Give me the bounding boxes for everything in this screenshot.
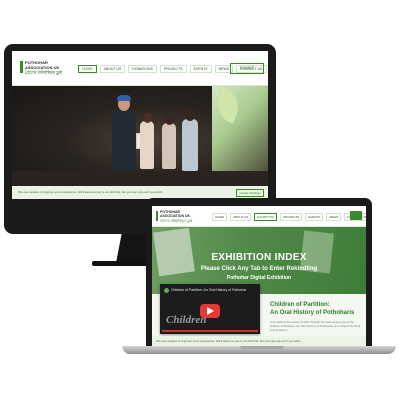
logo-mark-icon [20, 61, 23, 73]
laptop-notch [240, 346, 284, 349]
menu-item-events[interactable]: EVENTS [305, 213, 324, 221]
person-girl-3 [182, 119, 198, 171]
person-girl-2 [162, 123, 176, 169]
cookie-settings-button[interactable]: Cookie Settings [236, 189, 264, 197]
person-girl-1 [140, 121, 154, 169]
person-girl-1-head [143, 113, 152, 123]
menu-item-about[interactable]: ABOUT US [230, 213, 252, 221]
channel-icon [164, 288, 169, 293]
article-paragraph: Look back at the events of 1947 through … [270, 320, 361, 332]
turban [117, 95, 131, 101]
donate-button[interactable]: DONATE [230, 63, 264, 74]
menu-item-events[interactable]: EVENTS [189, 65, 212, 73]
site-logo[interactable]: POTHOHAR ASSOCIATION UK [25, 60, 59, 70]
menu-item-about[interactable]: ABOUT US [99, 65, 126, 73]
stage-floor [12, 171, 268, 186]
laptop-screen: POTHOHAR ASSOCIATION UK ਪੋਠੋਹਾਰ ਐਸੋਸੀਏਸ਼… [152, 206, 366, 346]
hero-subtitle: Pothohar Digital Exhibition [226, 275, 292, 281]
menu-item-projects[interactable]: PROJECTS [159, 65, 187, 73]
person-man [112, 109, 136, 171]
menu-item-exhibition[interactable]: EXHIBITION [254, 213, 278, 221]
menu-item-news[interactable]: NEWS [326, 213, 342, 221]
monitor-navbar: POTHOHAR ASSOCIATION UK ਪੋਠੋਹਾਰ ਐਸੋਸੀਏਸ਼… [12, 51, 268, 86]
page-title: EXHIBITION INDEX [211, 252, 307, 263]
logo-line2: ASSOCIATION UK [160, 214, 191, 218]
play-icon [207, 307, 214, 315]
logo-line3: ਪੋਠੋਹਾਰ ਐਸੋਸੀਏਸ਼ਨ ਯੂਕੇ [160, 219, 193, 223]
menu-item-home[interactable]: HOME [78, 65, 97, 73]
cookie-text: We use cookies to improve your experienc… [18, 190, 164, 194]
donate-button[interactable] [350, 211, 362, 220]
hero-subtitle: Please Click Any Tab to Enter Rekindling [200, 266, 318, 272]
video-progress-bar[interactable] [162, 330, 258, 332]
site-logo[interactable]: POTHOHAR ASSOCIATION UK [160, 210, 190, 218]
monitor-screen: POTHOHAR ASSOCIATION UK ਪੋਠੋਹਾਰ ਐਸੋਸੀਏਸ਼… [12, 51, 268, 199]
menu-item-donations[interactable]: DONATIONS [128, 65, 157, 73]
article-heading: An Oral History of Pothoharis [270, 310, 355, 316]
menu-item-home[interactable]: HOME [212, 213, 227, 221]
cookie-text: We use cookies to improve your experienc… [156, 339, 302, 343]
main-menu: HOME ABOUT US EXHIBITION PROJECTS EVENTS… [212, 213, 366, 221]
person-girl-3-head [185, 109, 195, 121]
logo-mark-icon [156, 211, 158, 221]
menu-item-projects[interactable]: PROJECTS [280, 213, 303, 221]
video-title: Children of Partition: An Oral History o… [171, 288, 247, 292]
article-heading: Children of Partition: [270, 302, 330, 308]
logo-line3: ਪੋਠੋਹਾਰ ਐਸੋਸੀਏਸ਼ਨ ਯੂਕੇ [25, 70, 62, 75]
laptop-navbar: POTHOHAR ASSOCIATION UK ਪੋਠੋਹਾਰ ਐਸੋਸੀਏਸ਼… [152, 206, 366, 227]
person-girl-2-head [165, 115, 174, 125]
